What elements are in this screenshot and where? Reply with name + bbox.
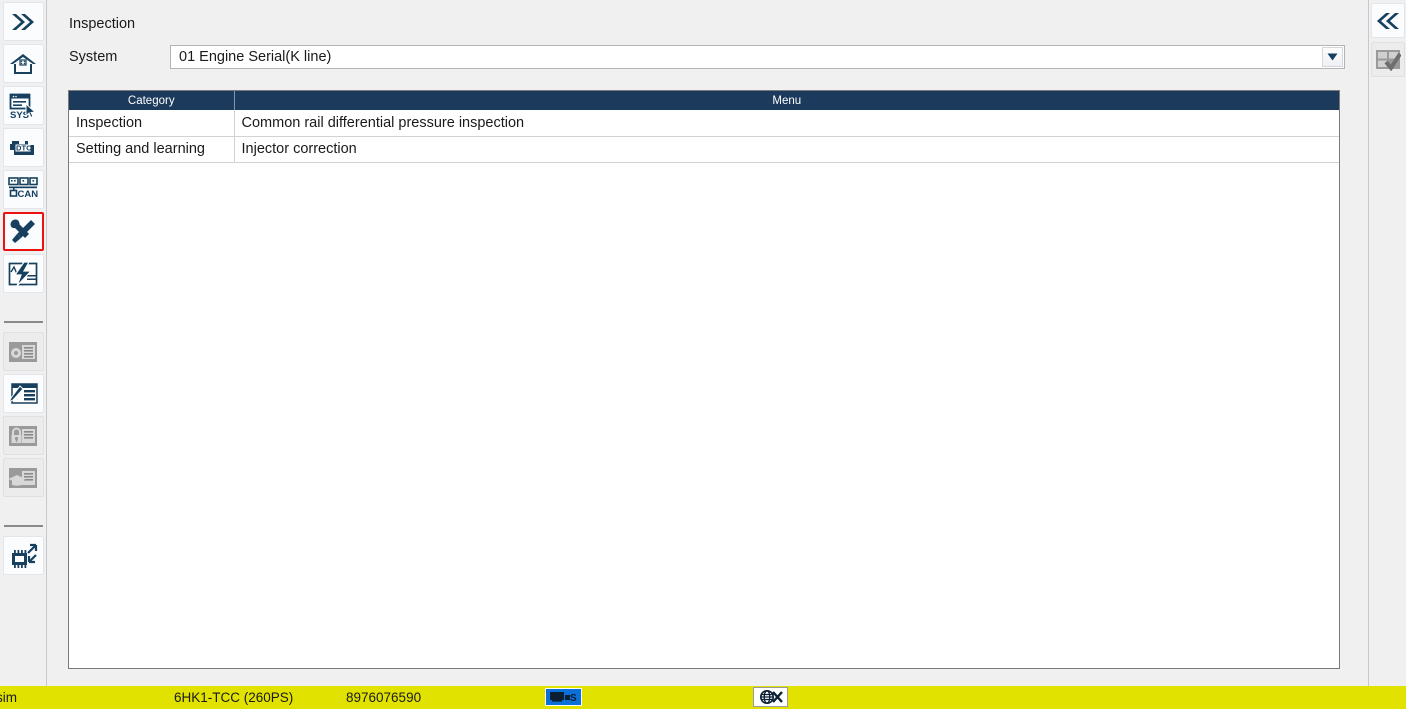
sidebar-item-record-edit[interactable] [2,374,44,413]
status-bar: sim 6HK1-TCC (260PS) 8976076590 S [0,686,1406,709]
rail-gap [0,296,46,314]
left-sidebar: SYS DTC CAN [0,0,47,686]
vdi-device-icon[interactable]: S [545,688,582,706]
menu-table-grid: Category Menu Inspection Common rail dif… [69,91,1339,163]
right-sidebar [1368,0,1406,686]
page-title-row: Inspection [69,16,135,32]
can-network-icon: CAN [8,176,39,203]
sidebar-divider-2 [3,525,43,527]
sidebar-item-reprogramming[interactable] [2,536,44,575]
application-window: SYS DTC CAN Inspection System 01 Engine … [0,0,1406,709]
double-chevron-left-icon [1375,11,1401,31]
lock-list-icon [8,424,38,448]
cell-menu: Injector correction [234,136,1339,163]
column-header-menu[interactable]: Menu [234,91,1339,110]
sidebar-item-can-network[interactable]: CAN [2,170,44,209]
double-chevron-right-icon [10,12,36,32]
system-selector-row: System 01 Engine Serial(K line) [69,45,1345,69]
home-icon [9,52,37,76]
page-title: Inspection [69,16,136,32]
globe-disconnected-icon[interactable] [753,687,788,707]
menu-table: Category Menu Inspection Common rail dif… [68,90,1340,669]
svg-text:S: S [570,693,577,704]
status-engine-model: 6HK1-TCC (260PS) [174,690,294,705]
system-select-value: 01 Engine Serial(K line) [179,49,332,65]
system-label: System [69,49,118,65]
system-select[interactable]: 01 Engine Serial(K line) [170,45,1345,69]
table-header-row: Category Menu [69,91,1339,110]
menu-table-head: Category Menu [69,91,1339,110]
sidebar-item-inspection-tools[interactable] [2,212,44,251]
pencil-list-icon [8,382,38,406]
table-row[interactable]: Setting and learning Injector correction [69,136,1339,163]
sidebar-item-settings[interactable] [2,332,44,371]
sidebar-divider-1 [3,321,43,323]
sys-window-cursor-icon: SYS [9,93,37,119]
table-row[interactable]: Inspection Common rail differential pres… [69,110,1339,137]
gear-list-icon [8,340,38,364]
chip-transfer-icon [8,543,38,569]
checkmark-list-icon [1375,49,1401,71]
sidebar-item-system-select[interactable]: SYS [2,86,44,125]
sidebar-item-dtc[interactable]: DTC [2,128,44,167]
sidebar-item-security[interactable] [2,416,44,455]
graduation-cap-list-icon [8,466,38,490]
waveform-lightning-icon [8,260,38,287]
sidebar-item-collapse-panel[interactable] [1370,3,1405,38]
menu-table-body: Inspection Common rail differential pres… [69,110,1339,163]
rail-gap-2 [0,500,46,518]
main-content: Inspection System 01 Engine Serial(K lin… [48,0,1367,686]
sidebar-item-data-monitor[interactable] [2,254,44,293]
cell-category: Setting and learning [69,136,235,163]
chevron-down-icon[interactable] [1322,47,1343,67]
table-empty-area [69,162,1339,668]
sidebar-item-home[interactable] [2,44,44,83]
svg-text:DTC: DTC [16,143,32,152]
column-header-category[interactable]: Category [69,91,235,110]
status-vehicle-id: 8976076590 [346,690,422,705]
screwdriver-wrench-icon [9,219,37,245]
sidebar-item-confirm-check[interactable] [1370,42,1405,77]
cell-menu: Common rail differential pressure inspec… [234,110,1339,137]
status-mode: sim [0,690,17,705]
svg-text:CAN: CAN [18,189,39,200]
sidebar-item-training[interactable] [2,458,44,497]
dtc-engine-icon: DTC [8,137,38,159]
sidebar-item-expand-panel[interactable] [2,2,44,41]
cell-category: Inspection [69,110,235,137]
